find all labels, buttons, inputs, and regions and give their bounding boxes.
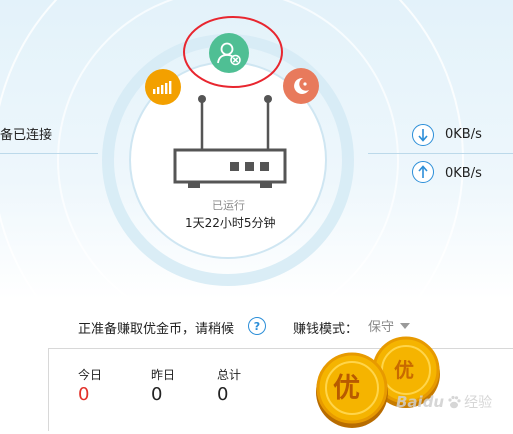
baidu-watermark: Baidu 经验 [396, 392, 492, 412]
moon-star-icon[interactable] [283, 68, 319, 104]
upload-arrow-icon [412, 161, 434, 183]
router-icon [170, 92, 288, 192]
watermark-brand: Baidu [396, 393, 445, 411]
stat-value-today: 0 [78, 384, 90, 405]
stat-label-today: 今日 [78, 368, 103, 382]
right-divider-line [368, 153, 513, 154]
paw-icon [448, 395, 461, 409]
stat-value-total: 0 [217, 384, 229, 405]
device-connected-label: 备已连接 [0, 128, 53, 143]
help-icon[interactable]: ? [248, 317, 266, 335]
left-divider-line [0, 153, 98, 154]
download-speed: 0KB/s [445, 127, 482, 142]
stat-value-yesterday: 0 [151, 384, 163, 405]
coin-char-back: 优 [394, 358, 414, 382]
user-block-icon[interactable] [209, 33, 249, 73]
stat-label-yesterday: 昨日 [151, 368, 176, 382]
earning-status-text: 正准备赚取优金币，请稍候 [78, 322, 235, 337]
chevron-down-icon [400, 322, 411, 329]
coin-char-front: 优 [333, 373, 360, 404]
watermark-suffix: 经验 [464, 395, 493, 411]
router-status: 已运行 [212, 199, 245, 212]
router-uptime: 1天22小时5分钟 [185, 216, 276, 230]
upload-speed: 0KB/s [445, 166, 482, 181]
download-arrow-icon [412, 124, 434, 146]
stat-label-total: 总计 [217, 368, 242, 382]
